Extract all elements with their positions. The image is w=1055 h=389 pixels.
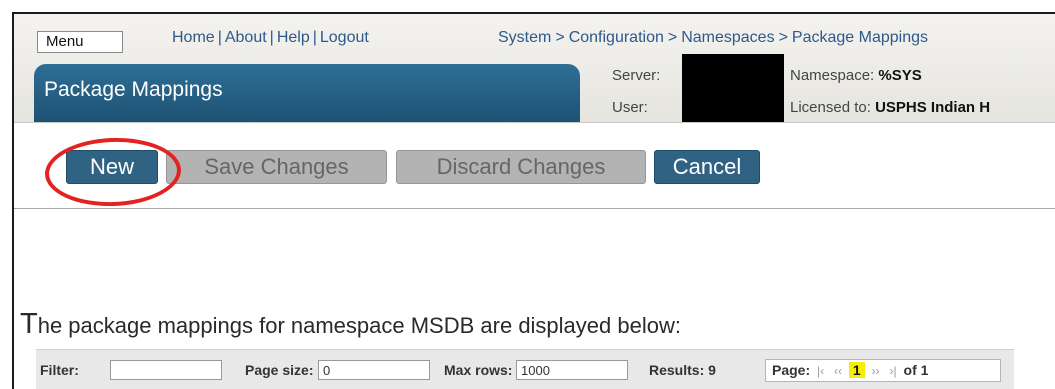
breadcrumb: System > Configuration > Namespaces > Package …	[498, 29, 928, 47]
header: Menu Home | About | Help | Logout System > Confi…	[14, 14, 1055, 123]
license-info: Licensed to: USPHS Indian H	[790, 99, 990, 116]
page-count: of 1	[903, 362, 929, 378]
page-frame: Menu Home | About | Help | Logout System > Confi…	[12, 12, 1055, 389]
top-links: Home | About | Help | Logout	[172, 29, 369, 47]
server-label: Server:	[612, 67, 661, 84]
logout-link[interactable]: Logout	[320, 29, 369, 46]
breadcrumb-configuration[interactable]: Configuration	[569, 29, 664, 46]
prev-page-icon[interactable]: ‹‹	[831, 364, 845, 378]
page-size-input[interactable]	[318, 360, 430, 380]
max-rows-input[interactable]	[516, 360, 628, 380]
about-link[interactable]: About	[225, 29, 267, 46]
licensed-label: Licensed to:	[790, 99, 871, 116]
filter-label: Filter:	[40, 362, 79, 378]
pager: Page: |‹ ‹‹ 1 ›› ›| of 1	[765, 359, 1001, 382]
title-tab: Package Mappings	[34, 64, 580, 122]
breadcrumb-package-mappings[interactable]: Package Mappings	[792, 29, 928, 46]
results-count: Results: 9	[649, 362, 716, 378]
cancel-button[interactable]: Cancel	[654, 150, 760, 184]
description-first-letter: T	[20, 308, 38, 340]
menu-button[interactable]: Menu	[37, 31, 123, 53]
namespace-label: Namespace:	[790, 67, 875, 84]
licensed-value: USPHS Indian H	[875, 99, 991, 116]
breadcrumb-separator: >	[667, 29, 678, 46]
namespace-value: %SYS	[878, 67, 922, 84]
namespace-info: Namespace: %SYS	[790, 67, 922, 84]
breadcrumb-system[interactable]: System	[498, 29, 551, 46]
help-link[interactable]: Help	[277, 29, 310, 46]
breadcrumb-separator: >	[555, 29, 565, 46]
link-separator: |	[312, 29, 317, 46]
last-page-icon[interactable]: ›|	[887, 364, 900, 378]
page-description: The package mappings for namespace MSDB …	[20, 308, 681, 341]
filter-input[interactable]	[110, 360, 222, 380]
page-label: Page:	[772, 362, 811, 378]
page-title: Package Mappings	[44, 78, 223, 101]
max-rows-label: Max rows:	[444, 362, 513, 378]
description-text: he package mappings for namespace MSDB a…	[37, 313, 681, 338]
highlight-circle	[43, 135, 183, 209]
home-link[interactable]: Home	[172, 29, 215, 46]
first-page-icon[interactable]: |‹	[814, 364, 827, 378]
current-page[interactable]: 1	[848, 362, 865, 378]
next-page-icon[interactable]: ››	[869, 364, 883, 378]
save-changes-button[interactable]: Save Changes	[166, 150, 387, 184]
link-separator: |	[217, 29, 222, 46]
redacted-block	[682, 54, 784, 122]
link-separator: |	[269, 29, 274, 46]
divider	[14, 208, 1055, 209]
breadcrumb-separator: >	[778, 29, 788, 46]
breadcrumb-namespaces[interactable]: Namespaces	[681, 29, 774, 46]
user-label: User:	[612, 99, 648, 116]
table-navigator: Filter: Page size: Max rows: Results: 9 …	[36, 349, 1014, 389]
discard-changes-button[interactable]: Discard Changes	[396, 150, 646, 184]
page-size-label: Page size:	[245, 362, 314, 378]
